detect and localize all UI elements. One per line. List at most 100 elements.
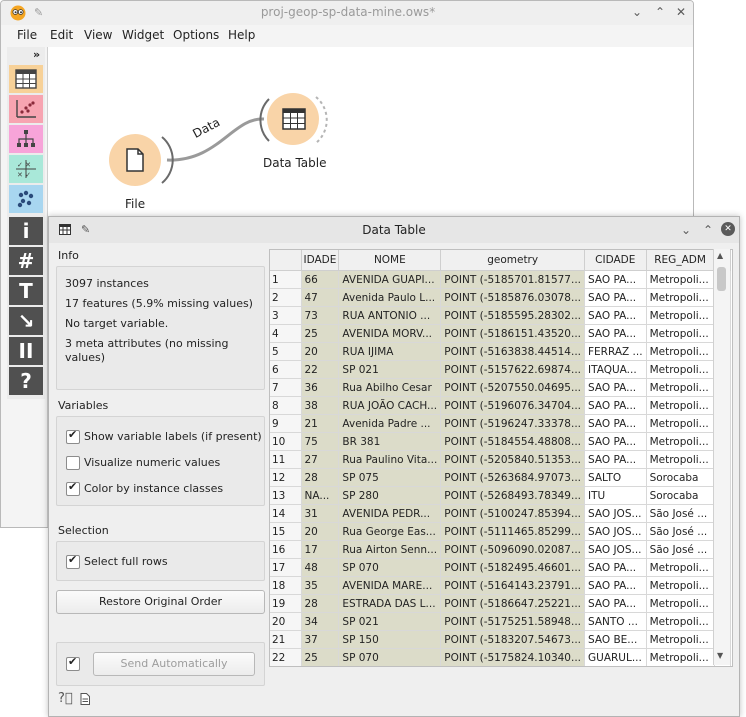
table-cell[interactable]: POINT (-5185701.81577... xyxy=(440,270,585,289)
column-header[interactable]: NOME xyxy=(338,250,442,271)
row-number-cell[interactable]: 4 xyxy=(270,324,302,343)
visualize-numeric-label[interactable]: Visualize numeric values xyxy=(84,456,220,469)
table-cell[interactable]: SALTO xyxy=(584,468,647,487)
table-cell[interactable]: POINT (-5186647.25221... xyxy=(440,594,585,613)
maximize-icon[interactable]: ⌃ xyxy=(700,222,716,238)
menu-view[interactable]: View xyxy=(84,28,112,42)
table-cell[interactable]: 21 xyxy=(301,414,340,433)
table-cell[interactable]: AVENIDA MORV... xyxy=(338,324,442,343)
table-cell[interactable]: SP 070 xyxy=(338,558,442,577)
row-number-header[interactable] xyxy=(270,250,302,271)
data-table-title-bar[interactable]: ✎ Data Table ⌄ ⌃ ✕ xyxy=(49,217,739,243)
table-cell[interactable]: POINT (-5163838.44514... xyxy=(440,342,585,361)
table-cell[interactable]: ITAQUA... xyxy=(584,360,647,379)
row-number-cell[interactable]: 21 xyxy=(270,630,302,649)
table-cell[interactable]: 73 xyxy=(301,306,340,325)
menu-options[interactable]: Options xyxy=(173,28,219,42)
row-number-cell[interactable]: 2 xyxy=(270,288,302,307)
menu-file[interactable]: File xyxy=(17,28,37,42)
table-cell[interactable]: Rua George Eas... xyxy=(338,522,442,541)
table-cell[interactable]: Metropoli... xyxy=(646,288,715,307)
table-cell[interactable]: SAO PA... xyxy=(584,306,647,325)
table-cell[interactable]: AVENIDA PEDR... xyxy=(338,504,442,523)
table-cell[interactable]: Metropoli... xyxy=(646,342,715,361)
table-cell[interactable]: SAO JOS... xyxy=(584,504,647,523)
expand-toolbox-icon[interactable]: » xyxy=(33,48,40,61)
row-number-cell[interactable]: 3 xyxy=(270,306,302,325)
table-cell[interactable]: 25 xyxy=(301,648,340,666)
table-cell[interactable]: 17 xyxy=(301,540,340,559)
table-row[interactable]: 2 47 Avenida Paulo L... POINT (-5185876.030… xyxy=(270,288,731,307)
help-icon[interactable]: ?⃝ xyxy=(58,691,73,706)
table-cell[interactable]: ITU xyxy=(584,486,647,505)
maximize-icon[interactable]: ⌃ xyxy=(652,4,668,20)
table-row[interactable]: 11 27 Rua Paulino Vita... POINT (-5205840.5… xyxy=(270,450,731,469)
menu-help[interactable]: Help xyxy=(228,28,255,42)
table-cell[interactable]: 48 xyxy=(301,558,340,577)
table-cell[interactable]: 36 xyxy=(301,378,340,397)
table-cell[interactable]: POINT (-5207550.04695... xyxy=(440,378,585,397)
table-cell[interactable]: 25 xyxy=(301,324,340,343)
table-cell[interactable]: 38 xyxy=(301,396,340,415)
table-cell[interactable]: POINT (-5096090.02087... xyxy=(440,540,585,559)
table-row[interactable]: 20 34 SP 021 POINT (-5175251.58948... SANTO … xyxy=(270,612,731,631)
table-cell[interactable]: POINT (-5164143.23791... xyxy=(440,576,585,595)
table-cell[interactable]: SAO PA... xyxy=(584,432,647,451)
file-node-label[interactable]: File xyxy=(125,197,145,211)
table-cell[interactable]: Sorocaba xyxy=(646,468,715,487)
table-cell[interactable]: SAO BE... xyxy=(584,630,647,649)
table-cell[interactable]: FERRAZ ... xyxy=(584,342,647,361)
close-icon[interactable]: ✕ xyxy=(721,222,735,236)
table-cell[interactable]: 28 xyxy=(301,594,340,613)
table-cell[interactable]: Metropoli... xyxy=(646,324,715,343)
table-row[interactable]: 6 22 SP 021 POINT (-5157622.69874... ITAQUA.… xyxy=(270,360,731,379)
table-cell[interactable]: SP 070 xyxy=(338,648,442,666)
table-row[interactable]: 14 31 AVENIDA PEDR... POINT (-5100247.85394… xyxy=(270,504,731,523)
table-cell[interactable]: Metropoli... xyxy=(646,360,715,379)
toolbox-arrow-icon[interactable]: ↘ xyxy=(9,307,43,335)
close-icon[interactable]: ✕ xyxy=(673,4,689,20)
table-row[interactable]: 12 28 SP 075 POINT (-5263684.97073... SALTO S… xyxy=(270,468,731,487)
table-cell[interactable]: SAO PA... xyxy=(584,288,647,307)
table-cell[interactable]: SAO PA... xyxy=(584,576,647,595)
column-header[interactable]: IDADE xyxy=(301,250,340,271)
vertical-scrollbar[interactable]: ▲ ▼ xyxy=(713,249,730,665)
table-row[interactable]: 5 20 RUA IJIMA POINT (-5163838.44514... FERR… xyxy=(270,342,731,361)
table-cell[interactable]: POINT (-5196076.34704... xyxy=(440,396,585,415)
row-number-cell[interactable]: 1 xyxy=(270,270,302,289)
row-number-cell[interactable]: 12 xyxy=(270,468,302,487)
table-cell[interactable]: POINT (-5182495.46601... xyxy=(440,558,585,577)
toolbox-evaluate-category[interactable]: ✓ ✕ ✕ ✓ xyxy=(9,155,43,183)
table-cell[interactable]: POINT (-5186151.43520... xyxy=(440,324,585,343)
table-cell[interactable]: AVENIDA MARE... xyxy=(338,576,442,595)
column-header[interactable]: geometry xyxy=(440,250,585,271)
table-cell[interactable]: São José ... xyxy=(646,540,715,559)
table-cell[interactable]: POINT (-5196247.33378... xyxy=(440,414,585,433)
table-cell[interactable]: SAO JOS... xyxy=(584,540,647,559)
table-row[interactable]: 4 25 AVENIDA MORV... POINT (-5186151.43520.… xyxy=(270,324,731,343)
toolbox-help-icon[interactable]: ? xyxy=(9,367,43,395)
column-header[interactable]: CIDADE xyxy=(584,250,647,271)
table-cell[interactable]: POINT (-5111465.85299... xyxy=(440,522,585,541)
table-cell[interactable]: RUA IJIMA xyxy=(338,342,442,361)
row-number-cell[interactable]: 16 xyxy=(270,540,302,559)
table-cell[interactable]: POINT (-5100247.85394... xyxy=(440,504,585,523)
main-title-bar[interactable]: ✎ proj-geop-sp-data-mine.ows* ⌄ ⌃ ✕ xyxy=(1,1,693,25)
table-row[interactable]: 22 25 SP 070 POINT (-5175824.10340... GUARUL… xyxy=(270,648,731,666)
row-number-cell[interactable]: 17 xyxy=(270,558,302,577)
table-row[interactable]: 16 17 Rua Airton Senn... POINT (-5096090.02… xyxy=(270,540,731,559)
row-number-cell[interactable]: 19 xyxy=(270,594,302,613)
table-cell[interactable]: POINT (-5184554.48808... xyxy=(440,432,585,451)
table-cell[interactable]: 28 xyxy=(301,468,340,487)
table-cell[interactable]: SP 150 xyxy=(338,630,442,649)
table-row[interactable]: 19 28 ESTRADA DAS L... POINT (-5186647.2522… xyxy=(270,594,731,613)
table-cell[interactable]: São José ... xyxy=(646,522,715,541)
table-cell[interactable]: RUA ANTONIO ... xyxy=(338,306,442,325)
table-cell[interactable]: Rua Paulino Vita... xyxy=(338,450,442,469)
report-icon[interactable] xyxy=(80,693,90,705)
table-cell[interactable]: Avenida Paulo L... xyxy=(338,288,442,307)
table-row[interactable]: 18 35 AVENIDA MARE... POINT (-5164143.23791… xyxy=(270,576,731,595)
table-cell[interactable]: SP 075 xyxy=(338,468,442,487)
table-cell[interactable]: POINT (-5268493.78349... xyxy=(440,486,585,505)
table-cell[interactable]: POINT (-5263684.97073... xyxy=(440,468,585,487)
